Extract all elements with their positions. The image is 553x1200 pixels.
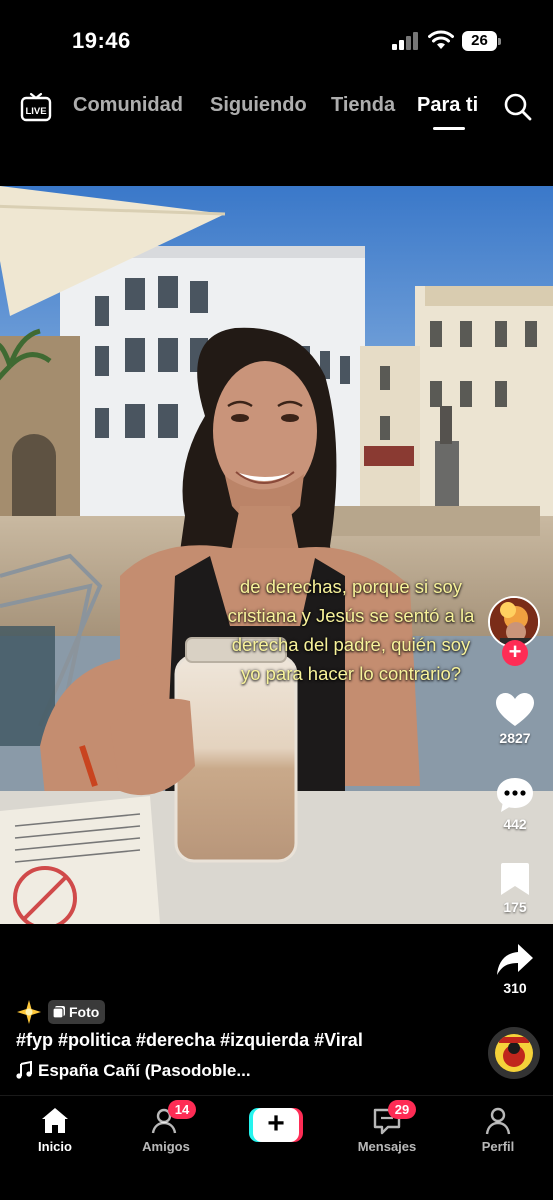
share-count: 310	[503, 980, 527, 996]
sound-name: España Cañí (Pasodoble...	[38, 1061, 251, 1080]
tab-label: Amigos	[142, 1139, 190, 1154]
like-button[interactable]: 2827	[489, 692, 541, 746]
caption-line: yo para hacer lo contrario?	[240, 663, 462, 684]
cellular-signal-icon	[392, 32, 418, 50]
caption-line: cristiana y Jesús se sentó a la	[227, 605, 475, 626]
tab-tienda[interactable]: Tienda	[331, 94, 395, 117]
live-icon[interactable]: LIVE	[20, 90, 52, 122]
tab-comunidad[interactable]: Comunidad	[73, 94, 183, 117]
photo-badge: Foto	[48, 1000, 106, 1024]
home-icon	[42, 1108, 68, 1133]
post-hashtags[interactable]: #fyp #politica #derecha #izquierda #Vira…	[16, 1030, 363, 1051]
sound-disc[interactable]	[488, 1027, 540, 1079]
music-note-icon	[16, 1061, 32, 1079]
tab-label: Perfil	[481, 1139, 515, 1154]
comment-icon	[497, 778, 533, 812]
photo-scene	[0, 186, 553, 924]
create-button[interactable]: +	[249, 1108, 303, 1142]
photo-icon	[52, 1006, 65, 1019]
share-button[interactable]: 310	[489, 942, 541, 996]
save-button[interactable]: 175	[489, 861, 541, 915]
caption-line: de derechas, porque si soy	[239, 576, 463, 597]
sparkle-icon	[17, 1000, 41, 1024]
tab-label: Mensajes	[357, 1139, 417, 1154]
messages-badge: 29	[388, 1100, 416, 1119]
tab-siguiendo[interactable]: Siguiendo	[210, 94, 307, 117]
wifi-icon	[428, 30, 454, 49]
profile-icon	[485, 1107, 511, 1135]
status-time: 19:46	[72, 28, 131, 53]
svg-text:LIVE: LIVE	[25, 106, 46, 117]
sound-cover-image	[495, 1034, 533, 1072]
tab-amigos[interactable]: Amigos	[121, 1106, 211, 1154]
plus-icon: +	[253, 1108, 299, 1142]
caption-line: derecha del padre, quién soy	[231, 634, 471, 655]
video-player[interactable]: de derechas, porque si soy cristiana y J…	[0, 186, 553, 924]
top-nav: LIVE Comunidad Siguiendo Tienda Para ti	[0, 80, 553, 140]
like-count: 2827	[499, 730, 531, 746]
status-bar: 19:46 26	[0, 0, 553, 80]
heart-icon	[496, 693, 534, 726]
comment-button[interactable]: 442	[489, 776, 541, 832]
bookmark-icon	[501, 863, 529, 895]
share-arrow-icon	[497, 944, 533, 975]
tab-perfil[interactable]: Perfil	[453, 1106, 543, 1154]
video-caption: de derechas, porque si soy cristiana y J…	[206, 572, 496, 688]
search-icon[interactable]	[503, 92, 533, 122]
tab-label: Inicio	[38, 1139, 72, 1154]
friends-badge: 14	[168, 1100, 196, 1119]
battery-tip	[498, 38, 501, 45]
tab-inicio[interactable]: Inicio	[10, 1106, 100, 1154]
active-tab-indicator	[433, 127, 465, 130]
comment-count: 442	[503, 816, 527, 832]
battery-level: 26	[462, 31, 497, 51]
follow-button[interactable]: +	[502, 640, 528, 666]
save-count: 175	[503, 899, 527, 915]
photo-badge-label: Foto	[69, 1004, 100, 1020]
battery-indicator: 26	[462, 31, 502, 51]
tab-mensajes[interactable]: Mensajes	[342, 1106, 432, 1154]
bottom-tab-bar: Inicio Amigos 14 + Mensajes 29 Perfil	[0, 1095, 553, 1200]
sound-link[interactable]: España Cañí (Pasodoble...	[16, 1061, 251, 1081]
tab-para-ti[interactable]: Para ti	[417, 94, 478, 117]
